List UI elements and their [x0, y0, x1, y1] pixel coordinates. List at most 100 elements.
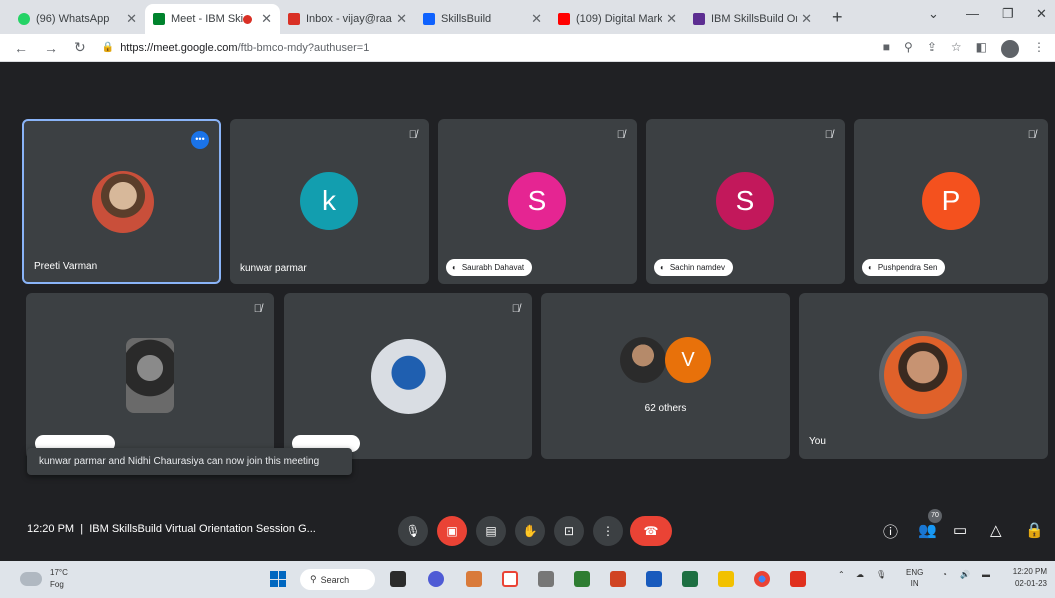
- search-label: Search: [320, 574, 350, 585]
- tab-strip: (96) WhatsApp ✕ Meet - IBM Ski ✕ Inbox -…: [0, 0, 1055, 34]
- share-icon[interactable]: ⇪: [927, 40, 937, 58]
- widget-app-icon[interactable]: [466, 571, 482, 587]
- skillsbuild-icon: [423, 13, 435, 25]
- captions-button[interactable]: ▤: [476, 516, 506, 546]
- zoom-icon[interactable]: ⚲: [904, 40, 913, 58]
- new-tab-button[interactable]: +: [832, 7, 843, 28]
- participant-tile[interactable]: S 🎙̸ ◐ Saurabh Dahavat: [438, 119, 637, 284]
- url-domain: https://meet.google.com: [120, 41, 238, 54]
- tab-gmail[interactable]: Inbox - vijay@raa ✕: [280, 4, 415, 34]
- raise-hand-button[interactable]: ✋: [515, 516, 545, 546]
- wifi-icon[interactable]: ◔: [942, 570, 947, 579]
- forms-icon: [693, 13, 705, 25]
- taskbar-clock[interactable]: 12:20 PM 02-01-23: [1013, 566, 1047, 590]
- participant-tile[interactable]: k 🎙̸ kunwar parmar: [230, 119, 429, 284]
- acrobat-icon[interactable]: [790, 571, 806, 587]
- leave-call-button[interactable]: ☎: [630, 516, 672, 546]
- participant-avatar: k: [300, 172, 358, 230]
- close-tab-icon[interactable]: ✕: [801, 11, 812, 27]
- mic-off-icon: 🎙̸: [408, 129, 417, 141]
- close-tab-icon[interactable]: ✕: [396, 11, 407, 27]
- restore-button[interactable]: ❐: [1002, 6, 1014, 22]
- activities-icon[interactable]: △: [990, 521, 1002, 539]
- tab-youtube[interactable]: (109) Digital Marke ✕: [550, 4, 685, 34]
- self-tile[interactable]: You: [799, 293, 1048, 459]
- present-icon: ⊡: [563, 524, 575, 538]
- camera-button[interactable]: ▣: [437, 516, 467, 546]
- back-icon[interactable]: ←: [14, 40, 28, 56]
- camera-icon[interactable]: ■: [883, 40, 890, 58]
- close-window-button[interactable]: ✕: [1036, 6, 1047, 22]
- teams-chat-icon[interactable]: [428, 571, 444, 587]
- camera-off-icon: ▣: [446, 524, 458, 538]
- mic-button[interactable]: 🎙: [398, 516, 428, 546]
- temperature: 17°C: [50, 568, 68, 577]
- info-icon[interactable]: ⓘ: [883, 521, 898, 542]
- participant-count-badge: 70: [928, 509, 942, 523]
- pin-icon: ◐: [452, 263, 457, 272]
- app-icon[interactable]: [538, 571, 554, 587]
- tab-whatsapp[interactable]: (96) WhatsApp ✕: [10, 4, 145, 34]
- close-tab-icon[interactable]: ✕: [126, 11, 137, 27]
- url-path: /ftb-bmco-mdy?authuser=1: [237, 41, 370, 54]
- tray-chevron-icon[interactable]: ⌃: [838, 570, 845, 579]
- reload-icon[interactable]: ↻: [74, 39, 86, 56]
- fog-icon: [20, 572, 42, 586]
- word-icon[interactable]: [646, 571, 662, 587]
- onedrive-icon[interactable]: ☁: [856, 570, 864, 579]
- close-tab-icon[interactable]: ✕: [666, 11, 677, 27]
- others-tile[interactable]: V 62 others: [541, 293, 790, 459]
- address-bar[interactable]: https://meet.google.com/ftb-bmco-mdy?aut…: [120, 42, 369, 54]
- participant-photo: [92, 171, 154, 233]
- powerpoint-icon[interactable]: [610, 571, 626, 587]
- participant-name-chip: ◐ Saurabh Dahavat: [446, 259, 533, 276]
- profile-avatar[interactable]: [1001, 40, 1019, 58]
- pin-icon: ◐: [868, 263, 873, 272]
- windows-start-icon[interactable]: [270, 571, 286, 587]
- more-options-icon[interactable]: •••: [191, 131, 209, 149]
- bookmark-star-icon[interactable]: ☆: [951, 40, 962, 58]
- file-explorer-icon[interactable]: [718, 571, 734, 587]
- participant-tile[interactable]: ••• Preeti Varman: [22, 119, 221, 284]
- more-options-button[interactable]: ⋮: [593, 516, 623, 546]
- excel-icon[interactable]: [682, 571, 698, 587]
- present-button[interactable]: ⊡: [554, 516, 584, 546]
- tab-ibm-orientation[interactable]: IBM SkillsBuild Ori ✕: [685, 4, 820, 34]
- forward-icon[interactable]: →: [44, 40, 58, 56]
- self-label: You: [809, 436, 826, 447]
- tab-meet[interactable]: Meet - IBM Ski ✕: [145, 4, 280, 34]
- self-photo: [879, 331, 967, 419]
- language-indicator[interactable]: ENG IN: [906, 567, 923, 589]
- weather-widget[interactable]: 17°C Fog: [20, 567, 68, 591]
- gmail-icon: [288, 13, 300, 25]
- google-icon[interactable]: [502, 571, 518, 587]
- battery-icon[interactable]: ▬: [982, 570, 990, 579]
- calculator-icon[interactable]: [574, 571, 590, 587]
- minimize-button[interactable]: —: [966, 6, 979, 21]
- menu-icon[interactable]: ⋮: [1033, 40, 1045, 58]
- mic-tray-icon[interactable]: 🎙: [876, 570, 886, 579]
- tab-search-icon[interactable]: ⌄: [928, 6, 939, 22]
- tab-title: SkillsBuild: [441, 13, 492, 25]
- chrome-icon[interactable]: [754, 571, 770, 587]
- participant-name-chip: ◐ Pushpendra Sen: [862, 259, 946, 276]
- side-panel-icon[interactable]: ◧: [976, 40, 987, 58]
- toolbar-actions: ■ ⚲ ⇪ ☆ ◧ ⋮: [883, 40, 1045, 58]
- close-tab-icon[interactable]: ✕: [261, 11, 272, 27]
- mic-icon: 🎙: [405, 524, 421, 538]
- participant-tile[interactable]: P 🎙̸ ◐ Pushpendra Sen: [854, 119, 1048, 284]
- taskbar-search[interactable]: ⚲ Search: [300, 569, 375, 590]
- meeting-title: IBM SkillsBuild Virtual Orientation Sess…: [89, 523, 316, 535]
- tab-skillsbuild[interactable]: SkillsBuild ✕: [415, 4, 550, 34]
- close-tab-icon[interactable]: ✕: [531, 11, 542, 27]
- task-view-icon[interactable]: [390, 571, 406, 587]
- lock-icon[interactable]: 🔒: [102, 42, 114, 53]
- weather-text: 17°C Fog: [50, 567, 68, 591]
- volume-icon[interactable]: 🔊: [960, 570, 970, 579]
- meet-icon: [153, 13, 165, 25]
- host-controls-icon[interactable]: 🔒: [1025, 521, 1044, 539]
- people-icon[interactable]: 👥: [918, 521, 937, 539]
- participant-tile[interactable]: S 🎙̸ ◐ Sachin namdev: [646, 119, 845, 284]
- participant-photo: [126, 338, 174, 413]
- chat-icon[interactable]: ▭: [953, 521, 967, 539]
